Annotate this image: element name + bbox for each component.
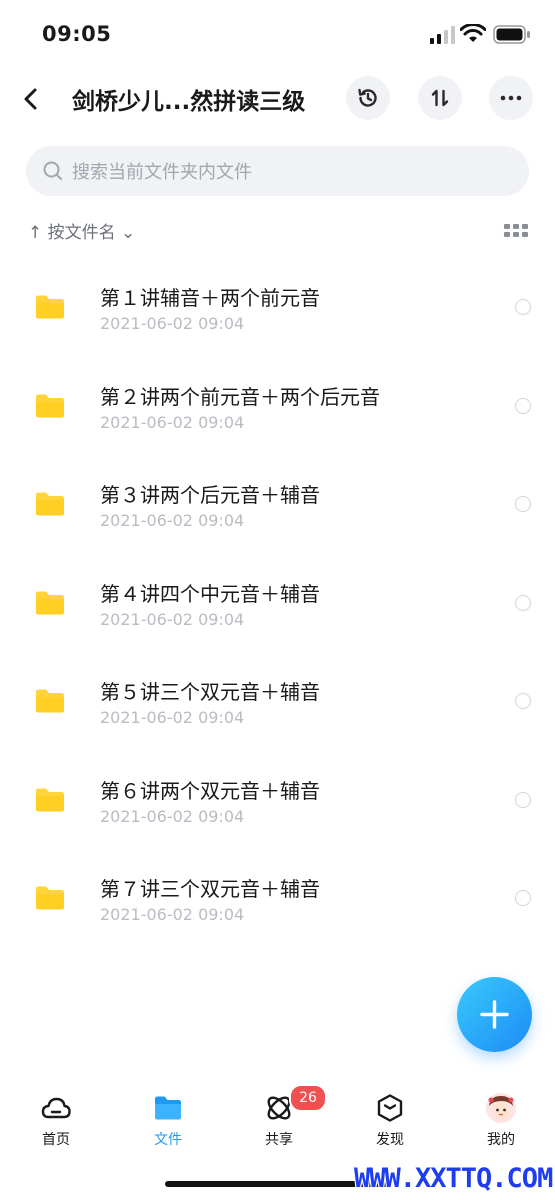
back-arrow-icon[interactable] bbox=[18, 84, 44, 114]
folder-icon bbox=[36, 492, 64, 516]
select-radio[interactable] bbox=[515, 890, 531, 906]
tab-files-label: 文件 bbox=[154, 1132, 182, 1148]
status-bar: 09:05 bbox=[0, 0, 555, 70]
file-name: 第３讲两个后元音＋辅音 bbox=[100, 483, 320, 507]
watermark-text: WWW.XXTTQ.COM bbox=[354, 1163, 553, 1194]
tab-share-label: 共享 bbox=[265, 1132, 293, 1148]
share-badge: 26 bbox=[289, 1084, 327, 1112]
more-button[interactable] bbox=[489, 76, 533, 120]
tab-discover-label: 发现 bbox=[376, 1132, 404, 1148]
select-radio[interactable] bbox=[515, 594, 531, 611]
add-button[interactable] bbox=[457, 977, 532, 1052]
tab-home-label: 首页 bbox=[42, 1132, 70, 1148]
tab-discover[interactable]: 发现 bbox=[350, 1088, 430, 1150]
list-item[interactable]: 第２讲两个前元音＋两个后元音 2021-06-02 09:04 bbox=[0, 357, 555, 456]
nav-bar: 剑桥少儿...然拼读三级 bbox=[0, 70, 555, 130]
file-date: 2021-06-02 09:04 bbox=[100, 905, 245, 924]
tab-home[interactable]: 首页 bbox=[16, 1088, 96, 1150]
select-radio[interactable] bbox=[515, 693, 531, 709]
search-bar bbox=[26, 146, 529, 196]
list-item[interactable]: 第１讲辅音＋两个前元音 2021-06-02 09:04 bbox=[0, 258, 555, 357]
folder-icon bbox=[36, 788, 64, 811]
grid-view-icon[interactable] bbox=[504, 222, 528, 240]
folder-icon bbox=[36, 394, 64, 417]
folder-icon bbox=[36, 689, 64, 713]
file-date: 2021-06-02 09:04 bbox=[100, 609, 245, 629]
history-button[interactable] bbox=[346, 76, 390, 120]
tab-me-label: 我的 bbox=[487, 1132, 515, 1148]
file-date: 2021-06-02 09:04 bbox=[100, 806, 245, 826]
file-date: 2021-06-02 09:04 bbox=[100, 511, 245, 530]
select-radio[interactable] bbox=[515, 299, 531, 315]
file-name: 第７讲三个双元音＋辅音 bbox=[100, 877, 320, 901]
tab-me[interactable]: 我的 bbox=[461, 1088, 541, 1150]
file-name: 第２讲两个前元音＋两个后元音 bbox=[100, 384, 380, 409]
page-title: 剑桥少儿...然拼读三级 bbox=[72, 89, 306, 115]
file-list: 第１讲辅音＋两个前元音 2021-06-02 09:04 第２讲两个前元音＋两个… bbox=[0, 258, 555, 948]
select-radio[interactable] bbox=[515, 397, 531, 414]
folder-icon bbox=[36, 886, 64, 910]
folder-icon bbox=[36, 295, 64, 319]
history-icon bbox=[358, 88, 377, 107]
search-input[interactable] bbox=[70, 154, 514, 190]
list-item[interactable]: 第６讲两个双元音＋辅音 2021-06-02 09:04 bbox=[0, 751, 555, 850]
file-name: 第６讲两个双元音＋辅音 bbox=[100, 778, 320, 803]
battery-icon bbox=[493, 25, 530, 44]
select-radio[interactable] bbox=[515, 496, 531, 512]
tab-share[interactable]: 26 共享 bbox=[239, 1084, 327, 1150]
list-item[interactable]: 第３讲两个后元音＋辅音 2021-06-02 09:04 bbox=[0, 455, 555, 554]
folder-icon bbox=[155, 1096, 181, 1120]
file-name: 第１讲辅音＋两个前元音 bbox=[100, 286, 320, 310]
sort-row: ↑ 按文件名 ⌄ bbox=[28, 216, 538, 246]
up-down-arrows-icon bbox=[431, 89, 449, 107]
sort-by-name-dropdown[interactable]: ↑ 按文件名 ⌄ bbox=[28, 218, 135, 243]
file-date: 2021-06-02 09:04 bbox=[100, 412, 245, 432]
tab-bar: 首页 文件 26 共享 发现 我的 bbox=[0, 1084, 555, 1158]
search-icon bbox=[43, 161, 62, 180]
transfer-sort-button[interactable] bbox=[418, 76, 462, 120]
list-item[interactable]: 第４讲四个中元音＋辅音 2021-06-02 09:04 bbox=[0, 554, 555, 653]
status-time: 09:05 bbox=[42, 22, 112, 46]
file-name: 第５讲三个双元音＋辅音 bbox=[100, 680, 320, 704]
avatar bbox=[486, 1093, 516, 1123]
discover-cube-icon bbox=[377, 1094, 403, 1122]
folder-icon bbox=[36, 591, 64, 614]
list-item[interactable]: 第５讲三个双元音＋辅音 2021-06-02 09:04 bbox=[0, 652, 555, 751]
file-date: 2021-06-02 09:04 bbox=[100, 708, 245, 727]
plus-icon bbox=[480, 1000, 509, 1029]
file-name: 第４讲四个中元音＋辅音 bbox=[100, 581, 320, 606]
more-dots-icon bbox=[500, 95, 522, 101]
cellular-signal-icon bbox=[430, 26, 455, 44]
cloud-icon bbox=[41, 1097, 71, 1119]
tab-files[interactable]: 文件 bbox=[128, 1088, 208, 1150]
wifi-icon bbox=[460, 24, 486, 42]
list-item[interactable]: 第７讲三个双元音＋辅音 2021-06-02 09:04 bbox=[0, 849, 555, 948]
file-date: 2021-06-02 09:04 bbox=[100, 314, 245, 333]
select-radio[interactable] bbox=[515, 791, 531, 808]
